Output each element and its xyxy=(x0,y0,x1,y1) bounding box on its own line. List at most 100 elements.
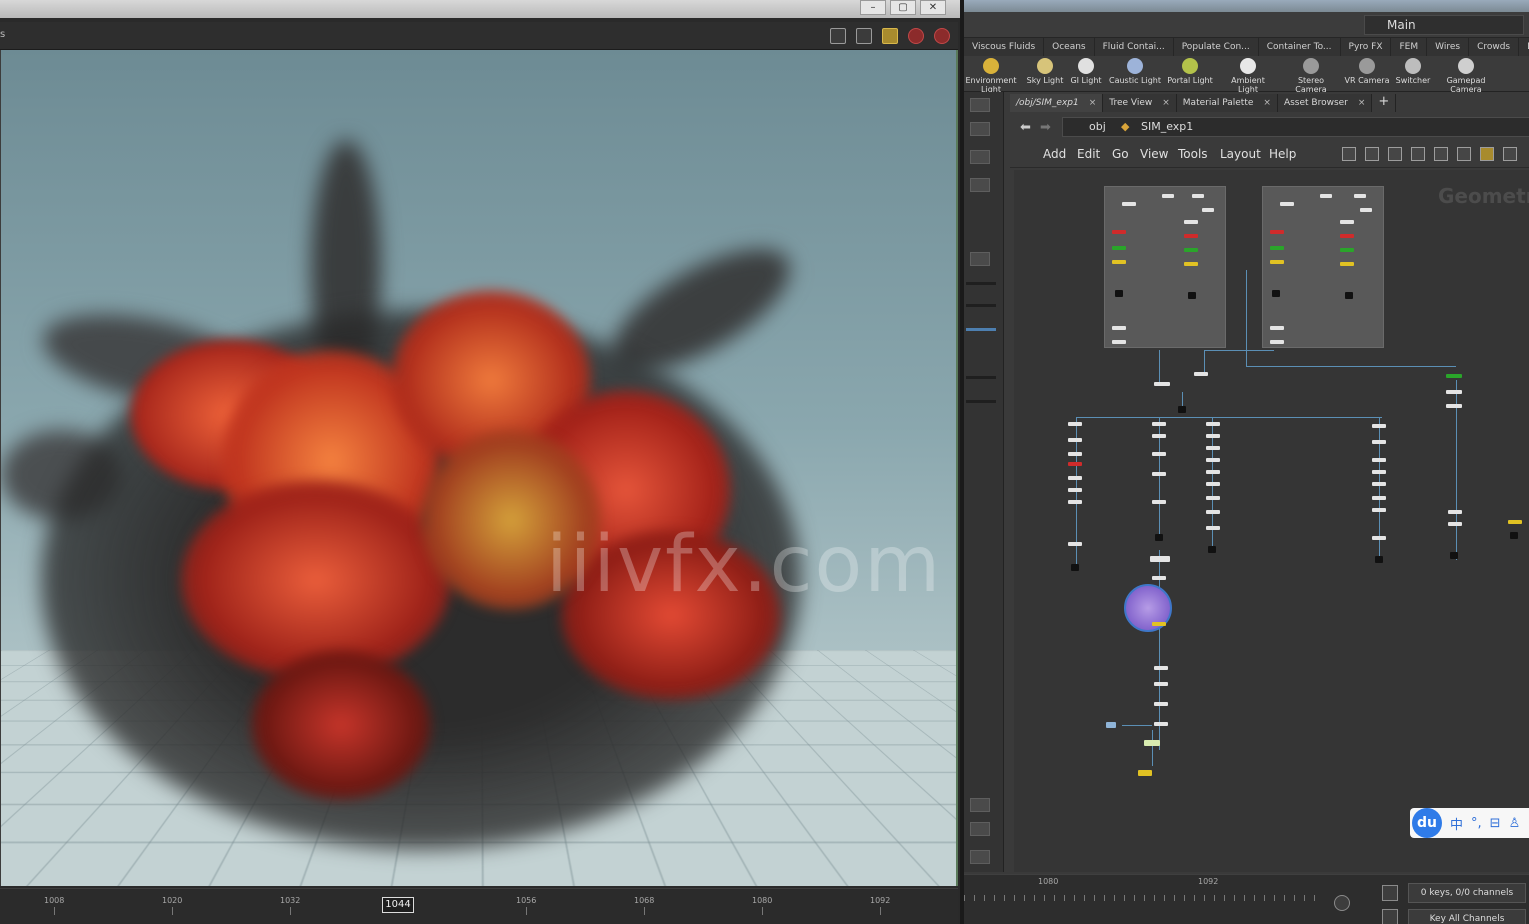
network-node[interactable] xyxy=(1340,234,1354,238)
network-node[interactable] xyxy=(1068,438,1082,442)
network-node[interactable] xyxy=(1152,452,1166,456)
network-node[interactable] xyxy=(1122,202,1136,206)
network-node[interactable] xyxy=(1154,682,1168,686)
network-node[interactable] xyxy=(1202,208,1214,212)
close-tab-icon[interactable]: × xyxy=(1358,98,1366,108)
flag-icon[interactable] xyxy=(970,252,990,266)
network-node[interactable] xyxy=(1354,194,1366,198)
menu-help[interactable]: Help xyxy=(1269,147,1296,161)
timeline-bar[interactable]: 1008 1020 1032 1056 1068 1080 1092 1044 xyxy=(0,888,958,924)
network-node[interactable] xyxy=(1154,722,1168,726)
network-node[interactable] xyxy=(1068,452,1082,456)
environment-light-tool[interactable]: Environment Light xyxy=(964,58,1018,94)
shelf-tab[interactable]: Oceans xyxy=(1044,38,1094,56)
gi-light-tool[interactable]: GI Light xyxy=(1059,58,1113,85)
output-node[interactable] xyxy=(1138,770,1152,776)
network-node[interactable] xyxy=(1372,470,1386,474)
add-tab-button[interactable]: + xyxy=(1372,94,1396,112)
network-node[interactable] xyxy=(1194,372,1208,376)
key-icon[interactable] xyxy=(1382,909,1398,924)
network-node[interactable] xyxy=(1446,390,1462,394)
network-node[interactable] xyxy=(1372,424,1386,428)
stop-icon[interactable] xyxy=(908,28,924,44)
display-options-icon[interactable] xyxy=(970,122,990,136)
network-node[interactable] xyxy=(1320,194,1332,198)
network-node[interactable] xyxy=(1068,462,1082,466)
network-node[interactable] xyxy=(1372,458,1386,462)
network-node[interactable] xyxy=(1340,248,1354,252)
menu-edit[interactable]: Edit xyxy=(1077,147,1100,161)
network-node[interactable] xyxy=(1152,500,1166,504)
path-segment-obj[interactable]: obj xyxy=(1089,118,1106,136)
ime-chinese-mode-icon[interactable]: 中 xyxy=(1450,814,1463,833)
network-node[interactable] xyxy=(1112,340,1126,344)
network-node[interactable] xyxy=(1184,234,1198,238)
grid-icon[interactable] xyxy=(1411,147,1425,161)
record-icon[interactable] xyxy=(934,28,950,44)
scope-channels-icon[interactable] xyxy=(1382,885,1398,901)
network-node[interactable] xyxy=(1144,740,1160,746)
network-editor-canvas[interactable]: Geometr du 中 °, ⊟ ♙ xyxy=(1014,170,1529,872)
shelf-tab[interactable]: Crowds xyxy=(1469,38,1519,56)
shelf-tab[interactable]: Viscous Fluids xyxy=(964,38,1044,56)
pane-layout-icon[interactable] xyxy=(970,98,990,112)
network-node[interactable] xyxy=(1450,552,1458,559)
ambient-light-tool[interactable]: Ambient Light xyxy=(1221,58,1275,94)
network-node[interactable] xyxy=(1340,262,1354,266)
list-icon[interactable] xyxy=(1388,147,1402,161)
wrench-icon[interactable] xyxy=(1342,147,1356,161)
network-node[interactable] xyxy=(1206,510,1220,514)
network-node[interactable] xyxy=(1372,482,1386,486)
network-node[interactable] xyxy=(1155,534,1163,541)
network-node[interactable] xyxy=(1112,246,1126,250)
zoom-icon[interactable] xyxy=(1334,895,1350,911)
network-node[interactable] xyxy=(1068,422,1082,426)
network-node[interactable] xyxy=(1372,440,1386,444)
network-node[interactable] xyxy=(1340,220,1354,224)
shelf-tab[interactable]: Populate Con... xyxy=(1174,38,1259,56)
image-icon[interactable] xyxy=(1457,147,1471,161)
menu-view[interactable]: View xyxy=(1140,147,1168,161)
gamepad-camera-tool[interactable]: Gamepad Camera xyxy=(1439,58,1493,94)
close-tab-icon[interactable]: × xyxy=(1089,98,1097,108)
network-node[interactable] xyxy=(1071,564,1079,571)
ime-punctuation-icon[interactable]: °, xyxy=(1471,816,1482,831)
network-node[interactable] xyxy=(1068,476,1082,480)
network-node[interactable] xyxy=(1112,230,1126,234)
current-frame-marker[interactable]: 1044 xyxy=(382,897,414,913)
network-node[interactable] xyxy=(1150,556,1170,562)
switcher-tool[interactable]: Switcher xyxy=(1386,58,1440,85)
network-node[interactable] xyxy=(1448,522,1462,526)
network-node[interactable] xyxy=(1112,326,1126,330)
network-node[interactable] xyxy=(1206,470,1220,474)
network-node[interactable] xyxy=(1188,292,1196,299)
shelf-tab[interactable]: Wires xyxy=(1427,38,1469,56)
ime-toolbox-icon[interactable]: ⊟ xyxy=(1490,816,1501,831)
network-node[interactable] xyxy=(1508,520,1522,524)
pane-layout-icon[interactable] xyxy=(970,798,990,812)
network-node[interactable] xyxy=(1154,666,1168,670)
close-tab-icon[interactable]: × xyxy=(1263,98,1271,108)
minimize-button[interactable]: – xyxy=(860,0,886,15)
network-node[interactable] xyxy=(1345,292,1353,299)
network-node[interactable] xyxy=(1206,526,1220,530)
network-node[interactable] xyxy=(1184,248,1198,252)
network-node[interactable] xyxy=(1152,422,1166,426)
maximize-button[interactable]: ▢ xyxy=(890,0,916,15)
network-node[interactable] xyxy=(1152,472,1166,476)
network-node[interactable] xyxy=(1206,422,1220,426)
menu-tools[interactable]: Tools xyxy=(1178,147,1208,161)
tiles-icon[interactable] xyxy=(1434,147,1448,161)
tab-tree-view[interactable]: Tree View × xyxy=(1103,94,1177,112)
network-node[interactable] xyxy=(1112,260,1126,264)
path-segment-node[interactable]: SIM_exp1 xyxy=(1141,118,1193,136)
network-node[interactable] xyxy=(1448,510,1462,514)
network-node[interactable] xyxy=(1154,702,1168,706)
tree-icon[interactable] xyxy=(1365,147,1379,161)
shelf-tab[interactable]: Drive Simul... xyxy=(1519,38,1529,56)
snapshot-icon[interactable] xyxy=(856,28,872,44)
network-node[interactable] xyxy=(1272,290,1280,297)
network-node[interactable] xyxy=(1206,482,1220,486)
network-node[interactable] xyxy=(1206,434,1220,438)
path-field[interactable]: obj ◆ SIM_exp1 xyxy=(1062,117,1529,137)
